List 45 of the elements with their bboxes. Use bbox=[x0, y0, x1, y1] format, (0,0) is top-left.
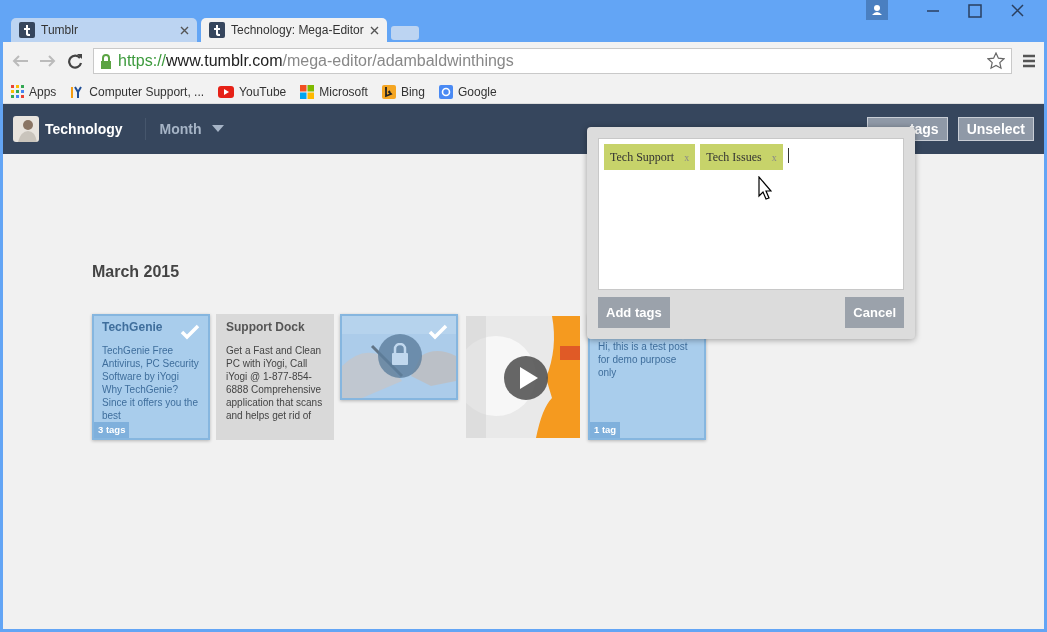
bookmark-icon bbox=[70, 84, 85, 99]
apps-grid-icon bbox=[11, 85, 24, 98]
bookmark-link[interactable]: YouTube bbox=[239, 82, 287, 101]
star-icon[interactable] bbox=[987, 52, 1005, 70]
filter-dropdown[interactable]: Month bbox=[159, 118, 202, 140]
tag-count: 1 tag bbox=[590, 421, 621, 439]
checkmark-icon bbox=[428, 324, 448, 341]
blog-name[interactable]: Technology bbox=[45, 118, 123, 140]
bookmark-link[interactable]: Apps bbox=[29, 82, 57, 101]
bookmark-icon bbox=[381, 84, 396, 99]
lock-icon bbox=[100, 53, 112, 69]
windows-squares-icon bbox=[300, 84, 315, 99]
reload-icon[interactable] bbox=[67, 53, 83, 69]
post-title: TechGenie bbox=[102, 320, 163, 335]
profile-icon[interactable] bbox=[866, 0, 888, 20]
close-icon[interactable] bbox=[180, 25, 189, 35]
post-text: TechGenie Free Antivirus, PC Security Software by iYogi Why TechGenie?Since it offers you the best bbox=[102, 344, 200, 423]
post-text: Hi, this is a test post for demo purpose only bbox=[598, 340, 689, 380]
play-icon[interactable] bbox=[504, 356, 548, 401]
menu-icon[interactable] bbox=[1022, 54, 1036, 68]
bookmark-icon bbox=[438, 84, 453, 99]
checkmark-icon bbox=[180, 324, 200, 341]
bookmark-link[interactable]: Bing bbox=[400, 82, 425, 101]
lock-icon bbox=[391, 343, 409, 366]
bookmark-link[interactable]: Microsoft bbox=[319, 82, 368, 101]
mouse-pointer-icon bbox=[758, 176, 772, 202]
browser-tab[interactable]: Technology: Mega-Editor bbox=[201, 18, 387, 42]
tag-chip[interactable]: Tech Support x bbox=[604, 144, 696, 170]
caret-icon[interactable] bbox=[211, 125, 224, 133]
month-heading: March 2015 bbox=[92, 262, 181, 282]
bookmark-link[interactable]: Computer Support, ... bbox=[89, 82, 205, 101]
address-field[interactable]: https://www.tumblr.com/mega-editor/adambaldwinthings bbox=[93, 48, 1012, 74]
play-icon bbox=[218, 85, 235, 98]
close-icon[interactable] bbox=[370, 25, 379, 35]
avatar[interactable] bbox=[13, 116, 39, 142]
bookmark-link[interactable]: Google bbox=[457, 82, 497, 101]
tag-chip[interactable]: Tech Issues x bbox=[700, 144, 783, 170]
post-text: Get a Fast and Clean PC with iYogi, Call iYogi @ 1-877-854-6888 Comprehensive application that scans and helps get rid of bbox=[226, 344, 324, 423]
browser-tab[interactable]: Tumblr bbox=[11, 18, 197, 42]
post-card[interactable]: Support Dock Get a Fast and Clean PC with iYogi, Call iYogi @ 1-877-854-6888 Comprehensive application that scans and helps get rid of bbox=[216, 314, 334, 441]
tumblr-logo-icon bbox=[209, 22, 225, 38]
post-title: Support Dock bbox=[226, 320, 305, 335]
tag-input[interactable]: Tech Support x Tech Issues x bbox=[598, 138, 904, 290]
tag-count: 3 tags bbox=[94, 421, 130, 439]
tumblr-logo-icon bbox=[19, 22, 35, 38]
